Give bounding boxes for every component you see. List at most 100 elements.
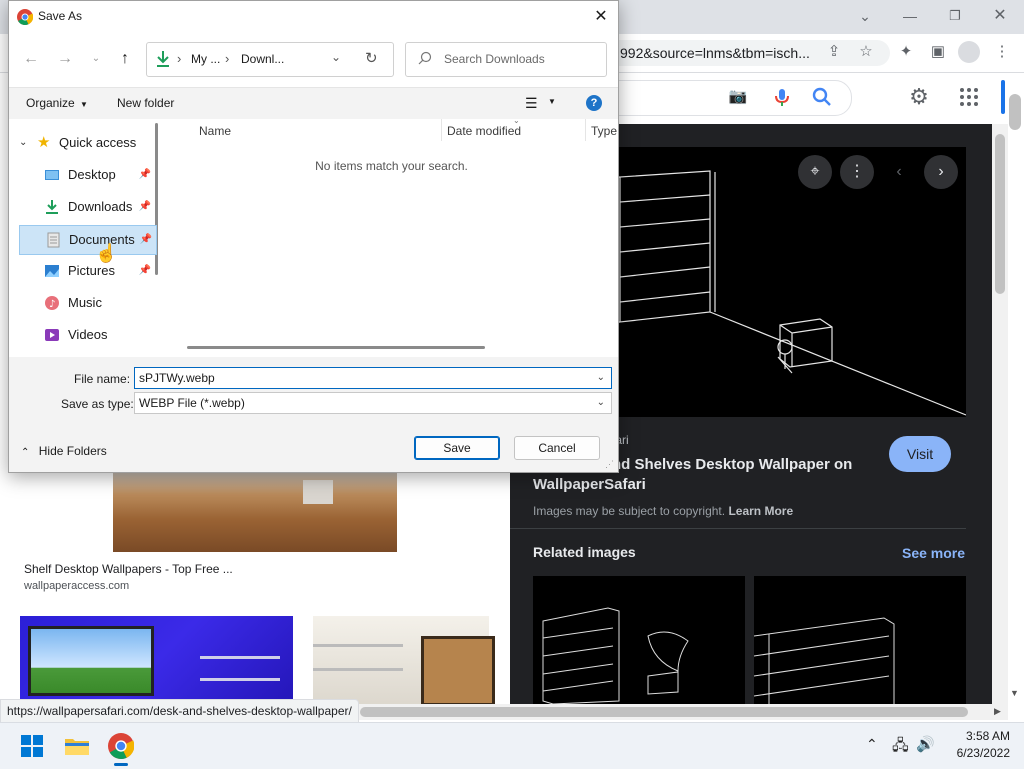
learn-more-link[interactable]: Learn More	[728, 504, 793, 518]
result-title-1[interactable]: Shelf Desktop Wallpapers - Top Free ...	[24, 562, 233, 576]
column-header-name[interactable]: Name	[199, 124, 231, 138]
visual-search-icon[interactable]: ⌖	[798, 155, 832, 189]
tree-item-desktop[interactable]: Desktop 📌	[19, 161, 155, 189]
thumb-furniture	[303, 480, 333, 504]
thumb-shelf-2	[200, 678, 280, 681]
result-thumbnail-1[interactable]	[113, 470, 397, 552]
minimize-icon[interactable]: —	[898, 5, 922, 27]
tree-item-documents[interactable]: Documents 📌	[19, 225, 157, 255]
thumb-monitor	[28, 626, 154, 696]
horizontal-scroll-thumb[interactable]	[360, 707, 968, 717]
tab-search-icon[interactable]: ⌄	[853, 5, 877, 27]
tree-item-label: Quick access	[59, 135, 137, 150]
file-name-dropdown-icon[interactable]: ⌄	[597, 368, 605, 388]
result-source-1[interactable]: wallpaperaccess.com	[24, 580, 129, 592]
page-scroll-thumb[interactable]	[1009, 94, 1021, 130]
tree-item-videos[interactable]: Videos	[19, 321, 155, 349]
extensions-icon[interactable]: ✦	[895, 41, 917, 63]
close-window-icon[interactable]: ✕	[988, 5, 1012, 27]
column-header-type[interactable]: Type	[591, 124, 617, 138]
volume-icon[interactable]: 🔊	[916, 735, 935, 753]
help-icon[interactable]: ?	[586, 95, 602, 111]
tree-item-pictures[interactable]: Pictures 📌	[19, 257, 155, 285]
view-options-icon[interactable]: ☰	[525, 95, 538, 112]
more-options-icon[interactable]: ⋮	[840, 155, 874, 189]
scroll-down-arrow-icon[interactable]: ▼	[1010, 688, 1019, 698]
related-image-2[interactable]	[754, 576, 966, 704]
result-title-line1[interactable]: nd Shelves Desktop Wallpaper on	[612, 456, 852, 473]
profile-avatar[interactable]	[958, 41, 980, 63]
dialog-search-box[interactable]: Search Downloads	[405, 42, 607, 77]
expand-chevron-icon[interactable]: ⌄	[19, 129, 27, 157]
previous-arrow-icon[interactable]: ‹	[882, 155, 916, 189]
forward-arrow-icon[interactable]: →	[55, 49, 75, 69]
search-icon	[418, 51, 432, 65]
microphone-icon[interactable]	[771, 86, 793, 108]
camera-search-icon[interactable]: 📷	[727, 86, 749, 108]
back-arrow-icon[interactable]: ←	[21, 49, 41, 69]
file-name-input[interactable]: sPJTWy.webp ⌄	[134, 367, 612, 389]
vertical-scroll-thumb[interactable]	[995, 134, 1005, 294]
cancel-button[interactable]: Cancel	[514, 436, 600, 460]
new-folder-button[interactable]: New folder	[117, 96, 174, 110]
file-list-horizontal-scroll-thumb[interactable]	[187, 346, 485, 349]
pin-icon: 📌	[138, 265, 151, 276]
save-as-type-dropdown-icon[interactable]: ⌄	[597, 393, 605, 413]
address-breadcrumb-box[interactable]: › My ... › Downl... ⌄ ↻	[146, 42, 394, 77]
up-arrow-icon[interactable]: ↑	[115, 49, 135, 69]
save-button[interactable]: Save	[414, 436, 500, 460]
breadcrumb-item-2[interactable]: Downl...	[241, 52, 284, 66]
search-icon[interactable]	[811, 86, 833, 108]
dialog-search-placeholder: Search Downloads	[444, 52, 545, 66]
result-title-line2[interactable]: WallpaperSafari	[533, 476, 646, 493]
result-thumbnail-3[interactable]	[313, 616, 495, 706]
active-app-indicator	[114, 763, 128, 766]
address-dropdown-chevron-icon[interactable]: ⌄	[331, 50, 341, 64]
related-image-1[interactable]	[533, 576, 745, 704]
show-hidden-icons-chevron-icon[interactable]: ⌃	[866, 736, 878, 753]
tree-item-quick-access[interactable]: ⌄ ★ Quick access	[19, 129, 155, 157]
network-icon[interactable]: 🖧	[892, 735, 909, 760]
file-explorer-icon[interactable]	[64, 734, 90, 758]
organize-button[interactable]: Organize ▼	[26, 96, 88, 110]
share-icon[interactable]: ⇪	[823, 41, 845, 63]
save-as-type-label: Save as type:	[61, 397, 134, 411]
vertical-scrollbar[interactable]	[992, 124, 1008, 704]
scroll-right-arrow-icon[interactable]: ▶	[994, 706, 1001, 717]
restore-icon[interactable]: ❐	[943, 5, 967, 27]
tree-item-music[interactable]: ♪ Music	[19, 289, 155, 317]
windows-start-icon[interactable]	[20, 734, 44, 758]
bookmark-star-icon[interactable]: ☆	[855, 41, 877, 63]
tree-item-label: Music	[68, 295, 102, 310]
organize-dropdown-icon: ▼	[80, 100, 88, 109]
column-divider	[441, 119, 442, 141]
clock-time[interactable]: 3:58 AM	[940, 729, 1010, 743]
recent-locations-chevron-icon[interactable]: ⌄	[89, 49, 103, 69]
dialog-close-icon[interactable]: ✕	[589, 5, 613, 29]
taskbar: ⌃ 🖧 🔊 3:58 AM 6/23/2022	[0, 722, 1024, 769]
see-more-link[interactable]: See more	[902, 545, 965, 561]
save-as-type-select[interactable]: WEBP File (*.webp) ⌄	[134, 392, 612, 414]
settings-gear-icon[interactable]: ⚙	[908, 86, 930, 108]
breadcrumb-item-1[interactable]: My ...	[191, 52, 220, 66]
svg-text:♪: ♪	[49, 299, 55, 310]
pin-icon: 📌	[139, 234, 152, 245]
result-thumbnail-2[interactable]	[20, 616, 293, 706]
resize-grip-icon[interactable]: ⋰	[605, 459, 614, 470]
chrome-taskbar-icon[interactable]	[108, 733, 134, 759]
column-divider	[585, 119, 586, 141]
apps-grid-icon[interactable]	[958, 86, 980, 108]
dialog-title: Save As	[38, 9, 83, 23]
menu-kebab-icon[interactable]: ⋮	[991, 41, 1013, 63]
tree-item-downloads[interactable]: Downloads 📌	[19, 193, 155, 221]
next-arrow-icon[interactable]: ›	[924, 155, 958, 189]
side-panel-icon[interactable]: ▣	[927, 41, 949, 63]
view-dropdown-icon[interactable]: ▼	[548, 97, 556, 106]
file-name-label: File name:	[74, 372, 131, 386]
pin-icon: 📌	[138, 169, 151, 180]
visit-button[interactable]: Visit	[889, 436, 951, 472]
refresh-icon[interactable]: ↻	[365, 49, 378, 67]
hide-folders-toggle[interactable]: ⌃ Hide Folders	[21, 444, 107, 458]
clock-date[interactable]: 6/23/2022	[940, 746, 1010, 760]
column-header-date-modified[interactable]: Date modified	[447, 124, 521, 138]
